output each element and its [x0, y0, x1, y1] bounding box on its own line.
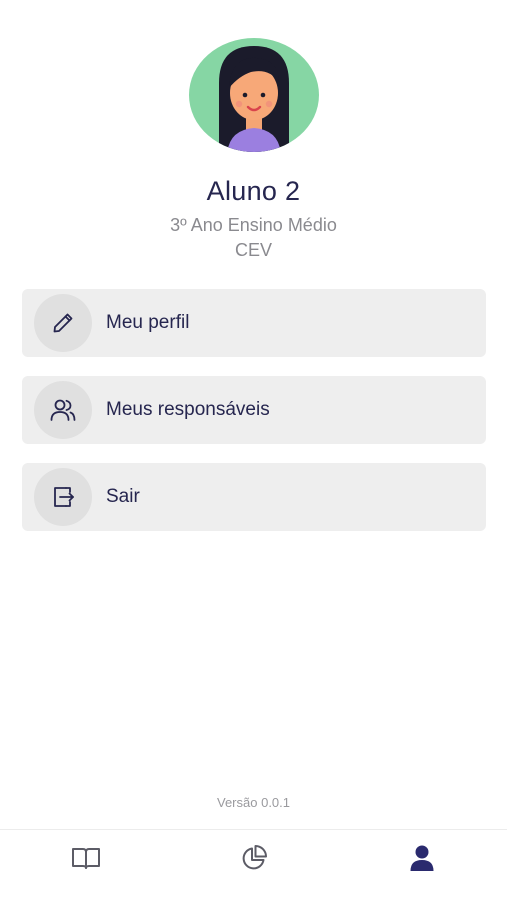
- tab-book[interactable]: [46, 830, 126, 890]
- bottom-tab-bar: [0, 829, 507, 900]
- profile-school: CEV: [234, 240, 272, 260]
- menu-item-label: Meus responsáveis: [106, 399, 270, 420]
- profile-grade: 3º Ano Ensino Médio: [170, 215, 337, 235]
- avatar: [189, 38, 319, 153]
- user-icon: [409, 844, 435, 877]
- menu-item-sair[interactable]: Sair: [22, 463, 486, 531]
- profile-screen: Aluno 2 3º Ano Ensino Médio CEV Meu perf…: [0, 0, 507, 900]
- logout-icon: [34, 468, 92, 526]
- pencil-icon: [34, 294, 92, 352]
- app-version: Versão 0.0.1: [217, 795, 290, 810]
- tab-stats[interactable]: [214, 830, 294, 890]
- book-icon: [71, 846, 101, 875]
- users-icon: [34, 381, 92, 439]
- pie-chart-icon: [240, 844, 268, 877]
- profile-name: Aluno 2: [206, 176, 301, 206]
- menu-item-label: Sair: [106, 486, 140, 507]
- menu-item-label: Meu perfil: [106, 312, 190, 333]
- menu-item-meus-responsaveis[interactable]: Meus responsáveis: [22, 376, 486, 444]
- profile-menu: Meu perfil Meus responsáveis Sair: [22, 289, 486, 550]
- menu-item-meu-perfil[interactable]: Meu perfil: [22, 289, 486, 357]
- tab-profile[interactable]: [382, 830, 462, 890]
